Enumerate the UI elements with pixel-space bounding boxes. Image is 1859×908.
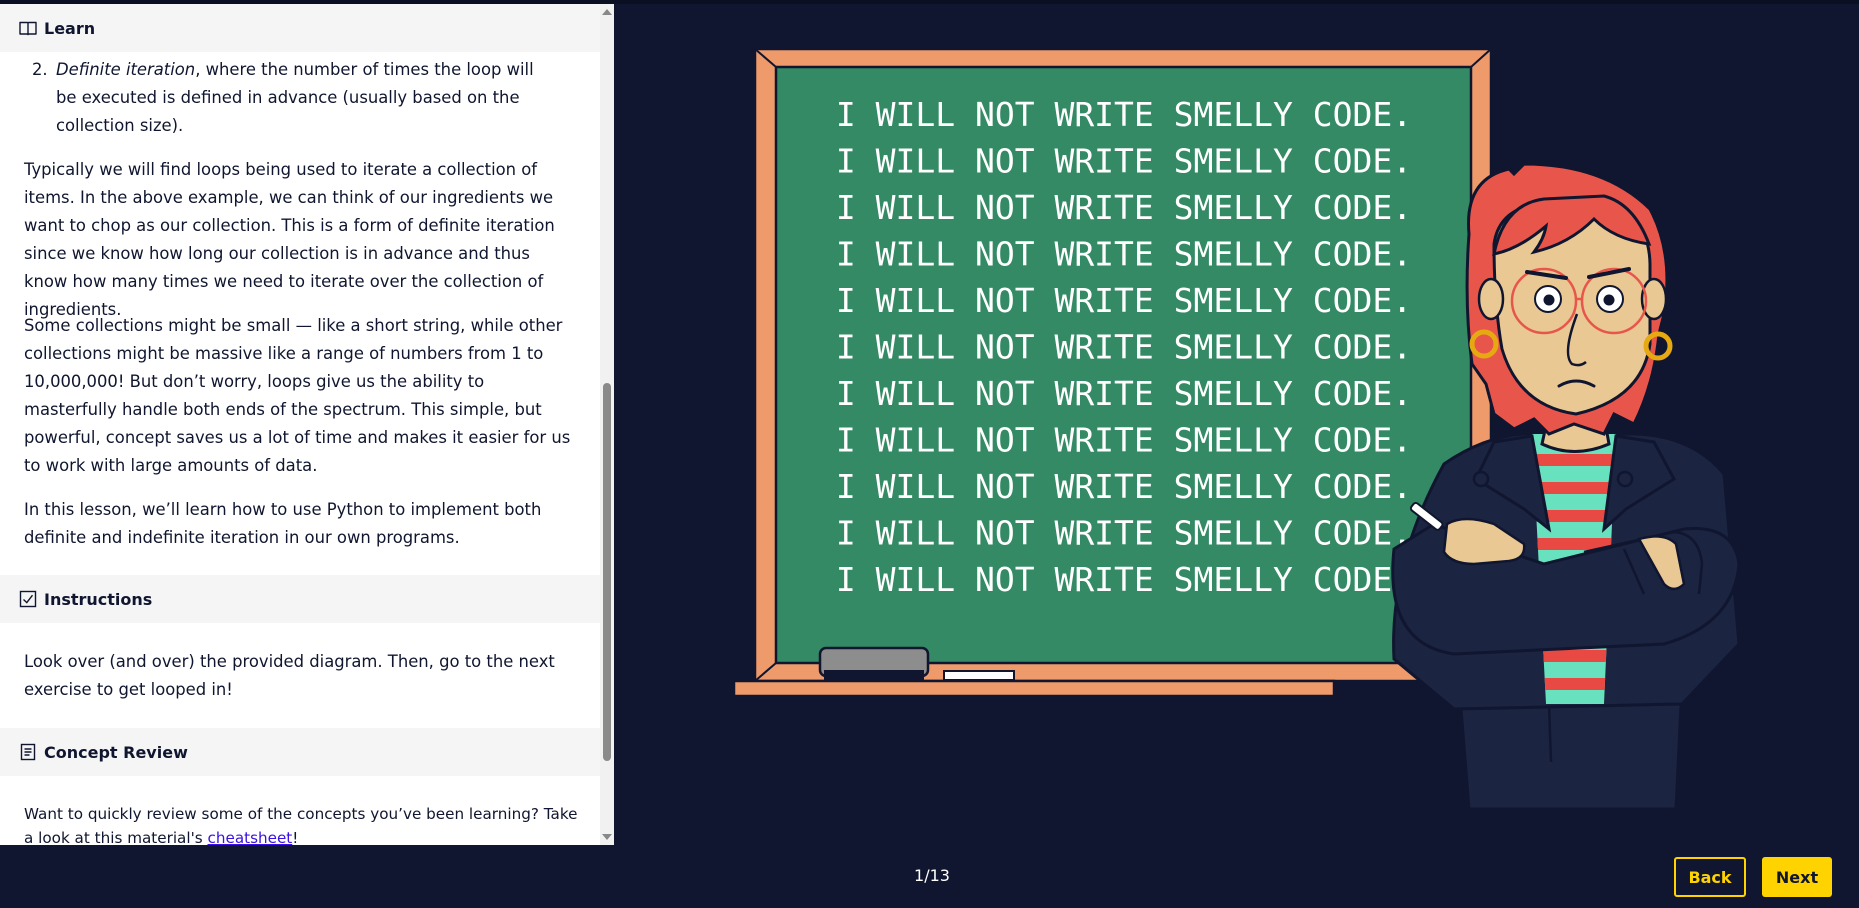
- scroll-up-arrow-icon[interactable]: [602, 9, 612, 15]
- back-button[interactable]: Back: [1674, 857, 1746, 897]
- chalkboard-line: I WILL NOT WRITE SMELLY CODE.: [836, 142, 1412, 181]
- checkbox-icon: [19, 590, 37, 608]
- chalkboard-line: I WILL NOT WRITE SMELLY CODE.: [836, 514, 1412, 553]
- cheatsheet-link[interactable]: cheatsheet: [208, 829, 293, 845]
- instructions-header-title: Instructions: [44, 589, 153, 609]
- page-indicator: 1/13: [914, 866, 950, 885]
- chalkboard-line: I WILL NOT WRITE SMELLY CODE.: [836, 95, 1412, 134]
- learn-paragraph-3: In this lesson, we’ll learn how to use P…: [24, 500, 542, 547]
- concept-review-header-title: Concept Review: [44, 742, 188, 762]
- chalkboard-line: I WILL NOT WRITE SMELLY CODE.: [836, 560, 1412, 599]
- chalkboard-line: I WILL NOT WRITE SMELLY CODE.: [836, 374, 1412, 413]
- narrative-panel[interactable]: Learn 2. Definite iteration, where the n…: [0, 4, 614, 845]
- list-item-number: 2.: [32, 60, 48, 79]
- book-icon: [19, 21, 37, 36]
- concept-review-section-header: Concept Review: [0, 728, 600, 776]
- chalkboard-text: I WILL NOT WRITE SMELLY CODE. I WILL NOT …: [836, 95, 1412, 599]
- chalkboard-line: I WILL NOT WRITE SMELLY CODE.: [836, 328, 1412, 367]
- list-item-term: Definite iteration: [56, 60, 196, 79]
- learn-section-header: Learn: [0, 4, 600, 52]
- concept-review-text: Want to quickly review some of the conce…: [24, 802, 578, 845]
- learn-paragraph-2: Some collections might be small — like a…: [24, 316, 571, 475]
- chalkboard-line: I WILL NOT WRITE SMELLY CODE.: [836, 421, 1412, 460]
- next-button[interactable]: Next: [1762, 857, 1832, 897]
- instructions-text: Look over (and over) the provided diagra…: [24, 652, 555, 699]
- chalkboard-line: I WILL NOT WRITE SMELLY CODE.: [836, 281, 1412, 320]
- instructions-section-header: Instructions: [0, 575, 600, 623]
- chalkboard-line: I WILL NOT WRITE SMELLY CODE.: [836, 188, 1412, 227]
- concept-review-text-before: Want to quickly review some of the conce…: [24, 805, 578, 845]
- chalkboard-line: I WILL NOT WRITE SMELLY CODE.: [836, 235, 1412, 274]
- learn-header-title: Learn: [44, 18, 96, 38]
- learn-paragraph-1: Typically we will find loops being used …: [24, 160, 555, 319]
- chalk-tray: [732, 679, 1336, 698]
- lesson-illustration: I WILL NOT WRITE SMELLY CODE. I WILL NOT …: [732, 47, 1741, 811]
- chalkboard-line: I WILL NOT WRITE SMELLY CODE.: [836, 467, 1412, 506]
- chalk-piece: [943, 670, 1015, 681]
- chalkboard: I WILL NOT WRITE SMELLY CODE. I WILL NOT …: [732, 47, 1493, 698]
- document-icon: [20, 743, 36, 761]
- concept-review-text-after: !: [292, 829, 299, 845]
- scroll-down-arrow-icon[interactable]: [602, 834, 612, 840]
- narrative-scrollbar[interactable]: [600, 4, 614, 845]
- list-item: Definite iteration, where the number of …: [56, 56, 556, 140]
- scrollbar-thumb[interactable]: [603, 383, 611, 761]
